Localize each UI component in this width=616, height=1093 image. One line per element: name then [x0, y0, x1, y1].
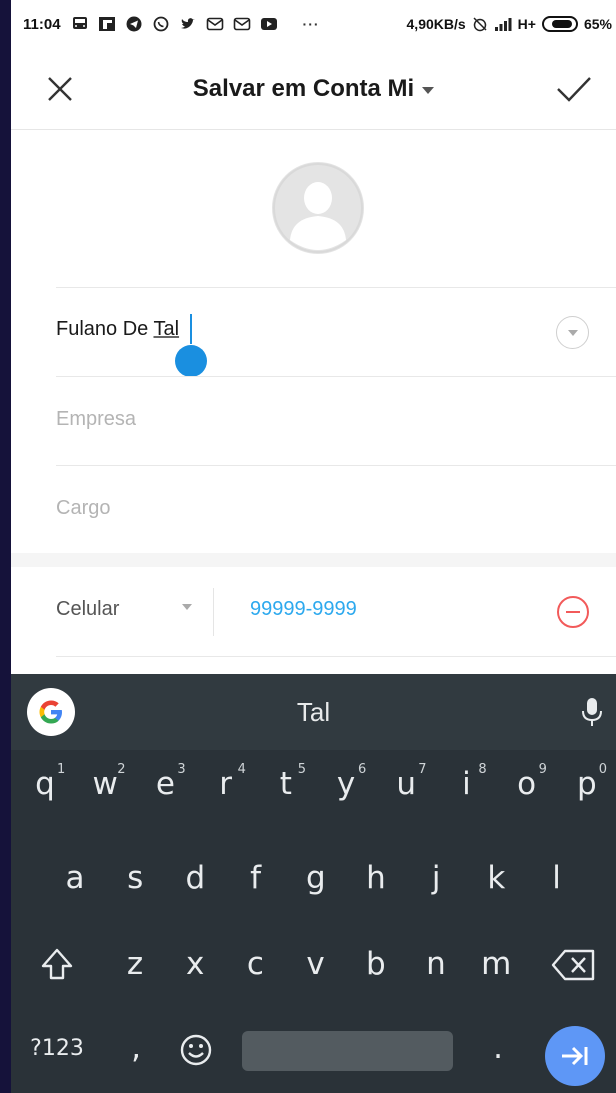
key-hint: 7 [418, 762, 427, 777]
status-time: 11:04 [23, 15, 61, 33]
phone-number-field[interactable]: 99999-9999 [250, 598, 357, 621]
key-hint: 6 [358, 762, 367, 777]
emoji-icon[interactable] [178, 1032, 214, 1068]
chevron-down-icon [567, 329, 578, 336]
whatsapp-icon [153, 16, 168, 32]
comma-key[interactable]: , [114, 1030, 158, 1066]
key-b[interactable]: b [354, 946, 398, 982]
flipboard-icon [98, 17, 115, 31]
key-hint: 1 [57, 762, 66, 777]
section-gap [11, 553, 616, 567]
account-dropdown[interactable]: Salvar em Conta Mi [192, 75, 435, 103]
job-title-field[interactable]: Cargo [56, 497, 596, 520]
status-bar: 11:04 ··· 4,90KB/s H+ 65% [11, 0, 616, 48]
tab-next-icon [562, 1046, 588, 1066]
account-selector: Salvar em Conta Mi [11, 48, 616, 130]
key-c[interactable]: c [233, 946, 277, 982]
bus-icon [72, 17, 87, 29]
key-l[interactable]: l [535, 860, 579, 896]
key-hint: 3 [177, 762, 186, 777]
divider [213, 588, 214, 636]
divider [56, 465, 616, 466]
avatar[interactable] [272, 162, 364, 254]
youtube-icon [260, 18, 277, 30]
battery-level: 65% [583, 16, 612, 32]
key-z[interactable]: z [113, 946, 157, 982]
check-icon[interactable] [554, 72, 594, 106]
mail-icon [233, 17, 250, 31]
key-s[interactable]: s [113, 860, 157, 896]
name-field[interactable]: Fulano De Tal [56, 318, 596, 341]
twitter-icon [180, 18, 195, 29]
microphone-icon[interactable] [581, 696, 603, 728]
signal-icon [494, 18, 512, 31]
backspace-icon[interactable] [551, 948, 597, 982]
next-key[interactable] [545, 1026, 605, 1086]
key-hint: 0 [598, 762, 608, 777]
alarm-off-icon [473, 17, 487, 32]
key-a[interactable]: a [53, 860, 97, 896]
cursor-handle[interactable] [175, 345, 207, 377]
key-v[interactable]: v [294, 946, 338, 982]
telegram-icon [126, 16, 142, 32]
divider [56, 376, 616, 377]
network-speed: 4,90KB/s [406, 16, 466, 32]
suggestion-word[interactable]: Tal [11, 674, 616, 750]
person-icon [273, 163, 363, 253]
name-value-prefix: Fulano De [56, 318, 154, 340]
chevron-down-icon [422, 86, 435, 94]
key-hint: 2 [117, 762, 126, 777]
remove-phone-button[interactable] [557, 596, 589, 628]
network-type: H+ [517, 16, 536, 32]
status-right: 4,90KB/s H+ 65% [407, 0, 612, 48]
name-value-composing: Tal [153, 318, 180, 340]
text-cursor [190, 314, 192, 344]
shift-icon[interactable] [39, 946, 75, 982]
mail-icon [206, 17, 223, 31]
key-k[interactable]: k [474, 860, 518, 896]
battery-icon [541, 16, 578, 32]
divider [56, 287, 616, 288]
notification-icons: ··· [71, 16, 320, 32]
keyboard: Tal q1w2e3r4t5y6u7i8o9p0 asdfghjkl zxcvb… [11, 674, 616, 1093]
key-x[interactable]: x [173, 946, 217, 982]
key-hint: 4 [237, 762, 246, 777]
key-m[interactable]: m [474, 946, 518, 982]
key-j[interactable]: j [414, 860, 458, 896]
page-title: Salvar em Conta Mi [192, 75, 415, 102]
app-screen: 11:04 ··· 4,90KB/s H+ 65% Salvar em Cont… [11, 0, 616, 1093]
company-field[interactable]: Empresa [56, 408, 596, 431]
suggestion-bar: Tal [11, 674, 616, 750]
chevron-down-icon [182, 604, 192, 610]
key-d[interactable]: d [173, 860, 217, 896]
symbols-key[interactable]: ?123 [25, 1036, 89, 1061]
key-hint: 8 [478, 762, 487, 777]
space-key[interactable] [242, 1031, 453, 1071]
key-hint: 9 [538, 762, 547, 777]
divider [56, 656, 616, 657]
expand-name-button[interactable] [556, 316, 589, 349]
top-app-bar: Salvar em Conta Mi [11, 48, 616, 130]
key-h[interactable]: h [354, 860, 398, 896]
key-hint: 5 [297, 762, 307, 777]
phone-type-select[interactable]: Celular [56, 598, 119, 621]
more-notifications: ··· [302, 16, 320, 32]
key-n[interactable]: n [414, 946, 458, 982]
minus-icon [566, 611, 580, 613]
period-key[interactable]: . [476, 1030, 520, 1066]
key-f[interactable]: f [234, 860, 278, 896]
key-g[interactable]: g [294, 860, 338, 896]
